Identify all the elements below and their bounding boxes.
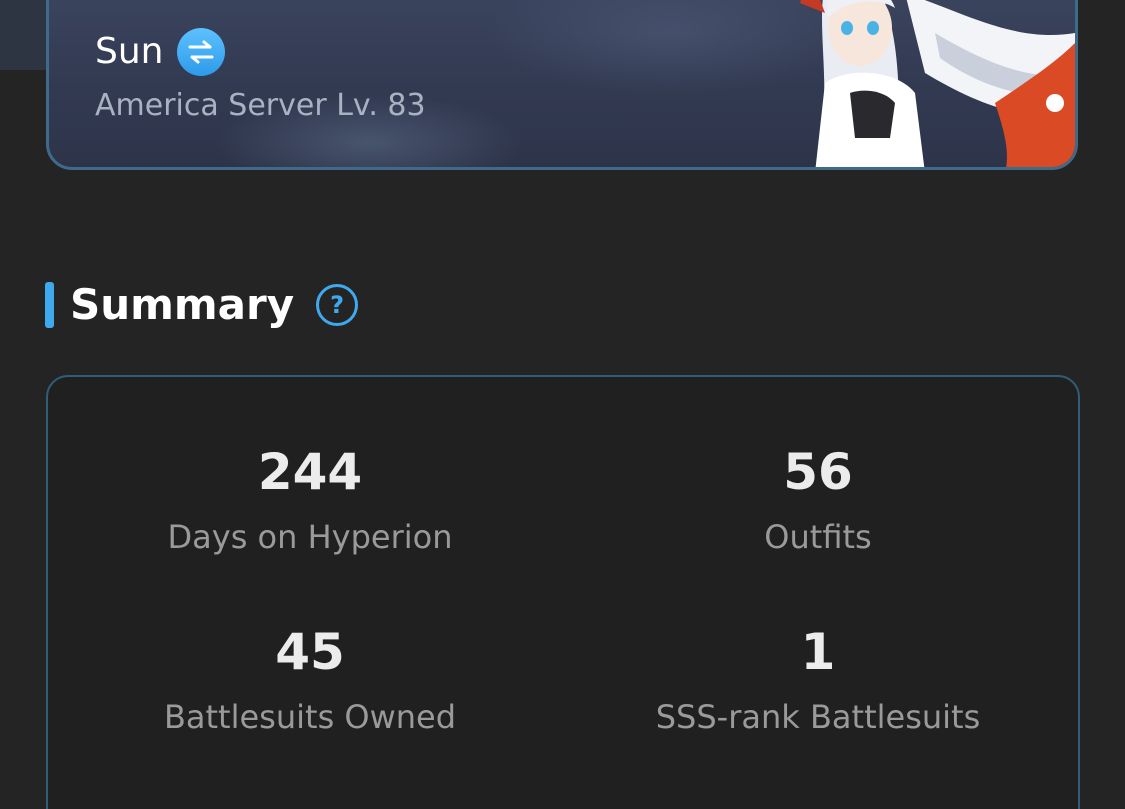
- stat-value: 45: [275, 623, 345, 681]
- stat-value: 56: [783, 443, 853, 501]
- stat-value: 244: [257, 443, 363, 501]
- swap-arrows-icon[interactable]: [177, 28, 226, 76]
- stat-outfits: 56 Outfits: [608, 447, 1028, 553]
- stat-battlesuits-owned: 45 Battlesuits Owned: [100, 627, 520, 733]
- page: Sun America Server Lv. 83 Summary ? 244 …: [0, 0, 1125, 809]
- stat-value: 1: [800, 623, 836, 681]
- character-portrait: [800, 0, 1075, 167]
- stat-sss-rank-battlesuits: 1 SSS-rank Battlesuits: [608, 627, 1028, 733]
- player-name-row: Sun: [95, 28, 226, 76]
- section-title: Summary: [70, 280, 295, 329]
- stat-label: Days on Hyperion: [167, 518, 453, 556]
- stat-label: Battlesuits Owned: [163, 698, 457, 736]
- stat-label: Outfits: [764, 518, 872, 556]
- question-circle-icon[interactable]: ?: [316, 284, 359, 326]
- stat-label: SSS-rank Battlesuits: [655, 698, 981, 736]
- profile-card[interactable]: Sun America Server Lv. 83: [46, 0, 1078, 170]
- summary-header: Summary ?: [45, 280, 359, 329]
- player-name: Sun: [95, 31, 164, 72]
- summary-card: 244 Days on Hyperion 56 Outfits 45 Battl…: [46, 375, 1080, 809]
- server-level: America Server Lv. 83: [95, 88, 426, 123]
- section-accent-bar: [45, 282, 54, 328]
- stat-days-on-hyperion: 244 Days on Hyperion: [100, 447, 520, 553]
